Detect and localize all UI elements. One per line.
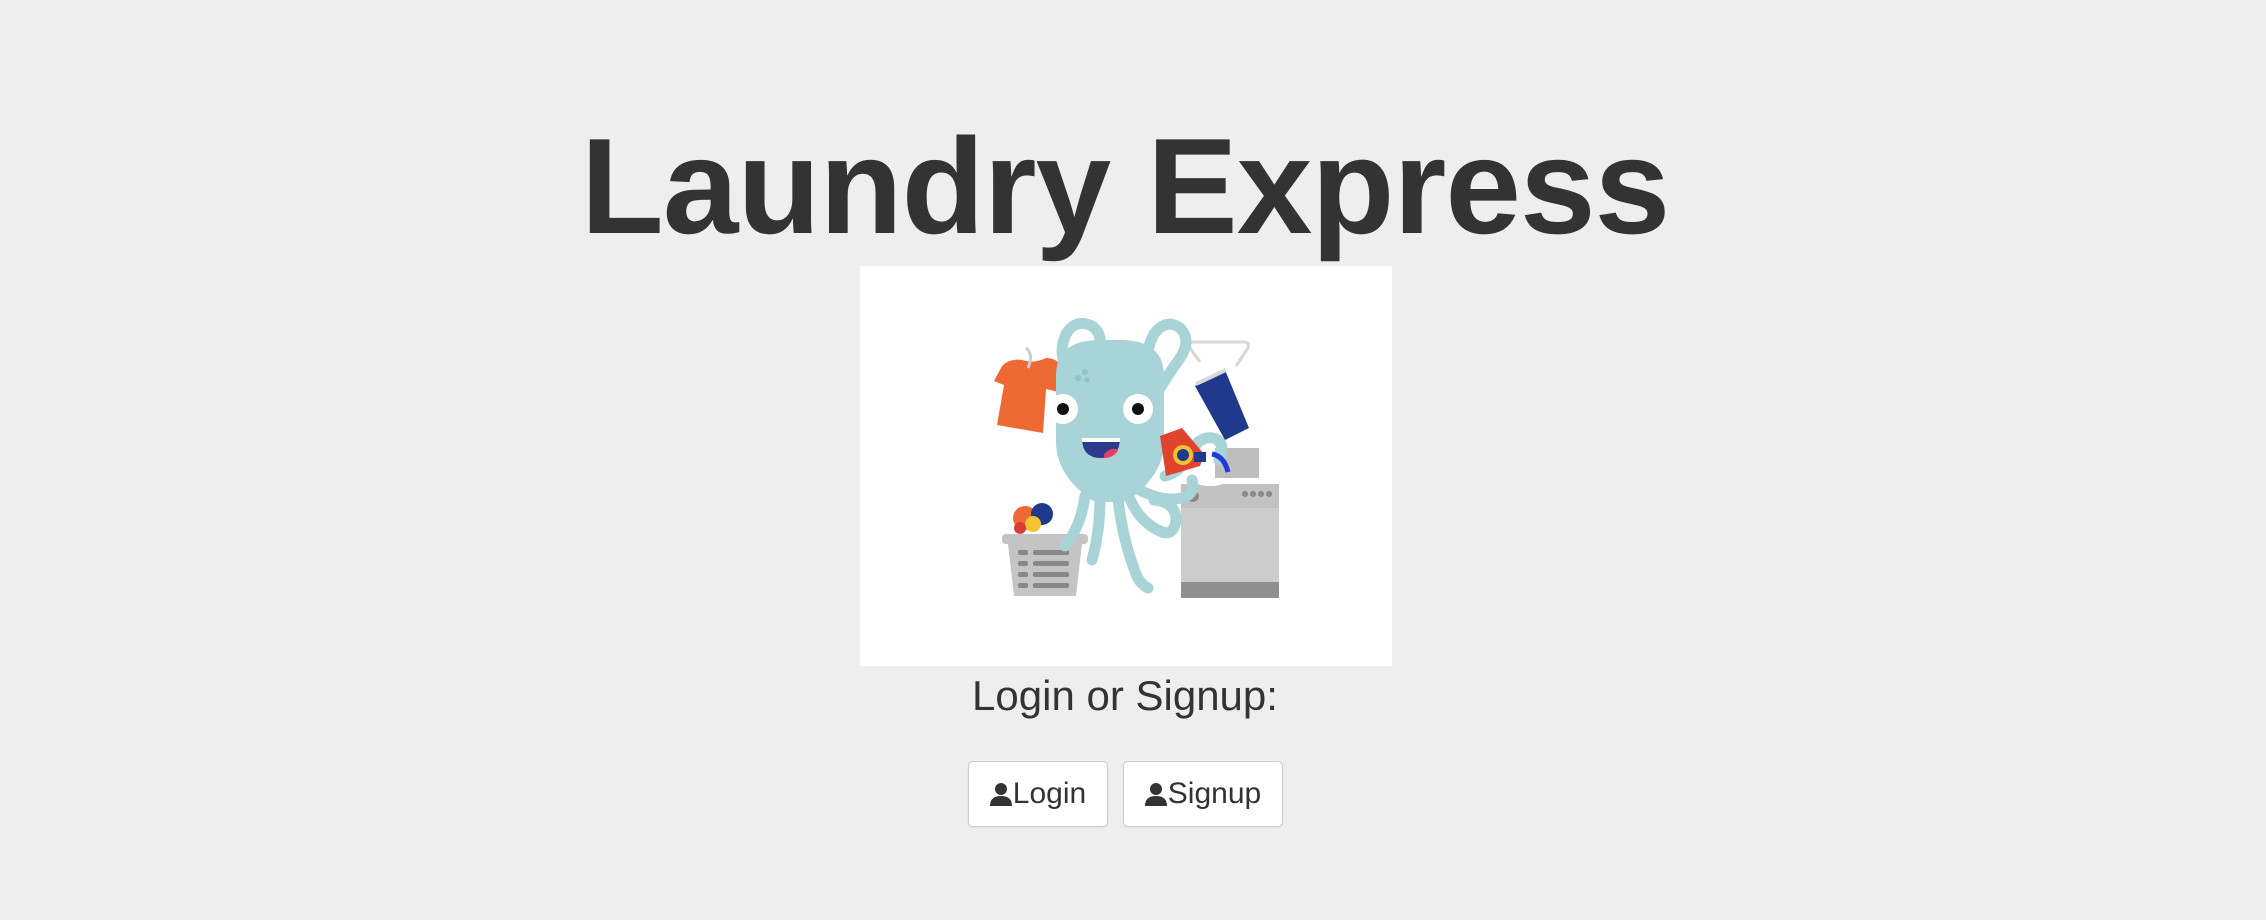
blue-garment [1195, 368, 1249, 440]
signup-button[interactable]: Signup [1123, 761, 1283, 827]
hero-illustration [860, 266, 1392, 666]
signup-button-label: Signup [1167, 777, 1262, 810]
octopus-laundry-image [994, 317, 1279, 598]
page-title: Laundry Express [580, 110, 1671, 262]
login-button-label: Login [1012, 777, 1087, 810]
login-button[interactable]: Login [968, 761, 1108, 827]
orange-shirt [994, 358, 1062, 433]
user-icon [989, 782, 1012, 806]
auth-prompt: Login or Signup: [972, 672, 1278, 719]
octopus [1048, 340, 1164, 502]
user-icon [1144, 782, 1167, 806]
